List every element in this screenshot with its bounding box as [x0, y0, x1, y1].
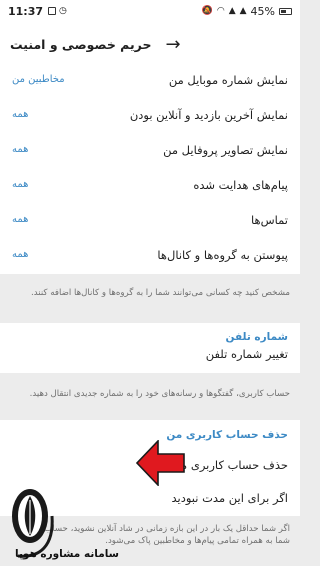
privacy-item-label: نمایش آخرین بازدید و آنلاین بودن — [129, 107, 288, 122]
privacy-note: مشخص کنید چه کسانی می‌توانند شما را به گ… — [30, 288, 290, 298]
privacy-item-last-seen[interactable]: نمایش آخرین بازدید و آنلاین بودن همه — [0, 97, 300, 132]
inactive-period-label: اگر برای این مدت نبودید — [171, 491, 288, 505]
delete-account-label: حذف حساب کاربری من — [172, 458, 288, 472]
privacy-item-label: تماس‌ها — [251, 212, 288, 227]
watermark-text: سامانه مشاوره هوپا — [15, 548, 119, 560]
privacy-item-profile-photos[interactable]: نمایش تصاویر پروفایل من همه — [0, 132, 300, 167]
page-title: حریم خصوصی و امنیت — [10, 36, 152, 52]
phone-section-title: شماره تلفن — [225, 331, 288, 343]
change-phone-button[interactable]: تغییر شماره تلفن — [0, 347, 300, 373]
red-arrow-icon — [136, 440, 185, 486]
gallery-icon — [48, 7, 57, 15]
privacy-item-value: همه — [12, 214, 29, 225]
battery-percent: 45% — [250, 4, 275, 18]
privacy-item-phone-number[interactable]: نمایش شماره موبایل من مخاطبین من — [0, 62, 300, 97]
phone-note: حساب کاربری، گفتگوها و رسانه‌های خود را … — [29, 389, 290, 399]
privacy-item-value: همه — [12, 144, 29, 155]
status-time: 11:37 — [8, 4, 44, 18]
status-notification-icons: ◷ — [48, 6, 67, 16]
mute-icon: 🔕 — [201, 6, 213, 16]
privacy-item-calls[interactable]: تماس‌ها همه — [0, 202, 300, 237]
change-phone-label: تغییر شماره تلفن — [205, 347, 288, 361]
privacy-item-label: پیوستن به گروه‌ها و کانال‌ها — [157, 247, 288, 262]
privacy-item-label: نمایش شماره موبایل من — [168, 72, 288, 87]
app-bar: → حریم خصوصی و امنیت — [0, 22, 300, 66]
privacy-item-value: مخاطبین من — [12, 74, 65, 85]
signal-icon: ▲ — [228, 6, 236, 16]
privacy-item-groups-channels[interactable]: پیوستن به گروه‌ها و کانال‌ها همه — [0, 237, 300, 272]
privacy-item-value: همه — [12, 179, 29, 190]
privacy-item-value: همه — [12, 109, 29, 120]
status-bar: 11:37 ◷ 🔕 ◠ ▲ ▲ 45% — [0, 0, 300, 22]
privacy-item-forwarded-messages[interactable]: پیام‌های هدایت شده همه — [0, 167, 300, 202]
signal-icon-2: ▲ — [239, 6, 247, 16]
battery-icon — [279, 7, 292, 15]
clock-icon: ◷ — [59, 6, 67, 16]
privacy-item-value: همه — [12, 249, 29, 260]
status-right: 🔕 ◠ ▲ ▲ 45% — [202, 5, 292, 18]
wifi-icon: ◠ — [216, 6, 225, 16]
back-arrow-icon[interactable]: → — [165, 34, 180, 55]
privacy-section: نمایش شماره موبایل من مخاطبین من نمایش آ… — [0, 62, 300, 274]
phone-section: شماره تلفن تغییر شماره تلفن — [0, 323, 300, 373]
privacy-item-label: نمایش تصاویر پروفایل من — [163, 142, 288, 157]
privacy-item-label: پیام‌های هدایت شده — [193, 177, 288, 192]
